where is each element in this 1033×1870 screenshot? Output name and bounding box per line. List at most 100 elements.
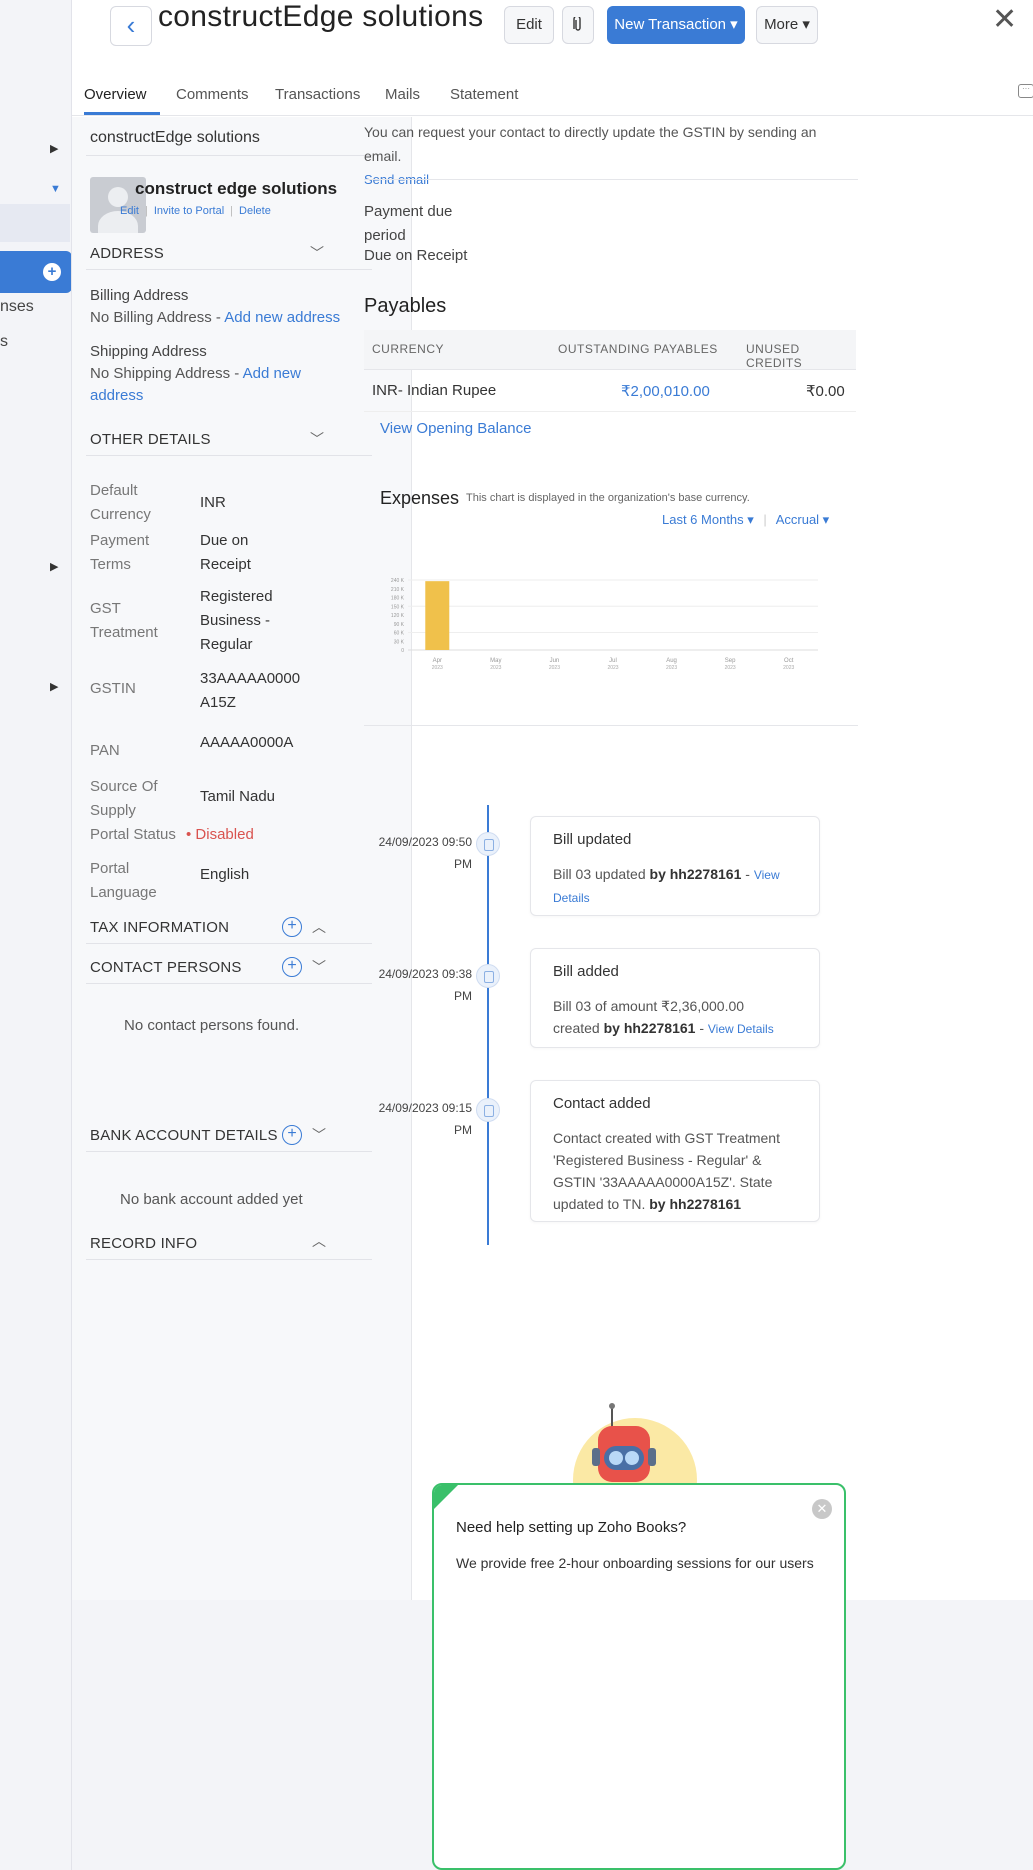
back-button[interactable]: ‹ <box>110 6 152 46</box>
detail-label: PAN <box>90 742 120 759</box>
contact-header: ‹ constructEdge solutions Edit New Trans… <box>72 0 1033 72</box>
tab-statement[interactable]: Statement <box>450 86 518 103</box>
detail-label: Payment Terms <box>90 532 150 573</box>
divider <box>86 943 372 944</box>
x-tick-label: 2023 <box>725 665 736 671</box>
x-tick-label: Sep <box>725 658 736 664</box>
payment-terms-value: Due on Receipt <box>200 532 251 573</box>
expenses-chart: 240 K 210 K 180 K 150 K 120 K 90 K 60 K 30 K 0 Ap… <box>391 578 818 671</box>
view-details-link[interactable]: View <box>754 868 780 882</box>
view-details-link[interactable]: Details <box>553 891 590 905</box>
chat-icon[interactable]: ··· <box>1018 84 1033 98</box>
robot-assistant-icon[interactable] <box>570 1400 700 1490</box>
sidebar-item-expanded[interactable] <box>0 204 70 242</box>
timeline-document-icon <box>476 1098 500 1122</box>
new-transaction-button[interactable]: New Transaction ▾ <box>607 6 745 44</box>
currency-cell: INR- Indian Rupee <box>372 382 497 399</box>
delete-link[interactable]: Delete <box>239 205 271 217</box>
detail-label: Portal Status <box>90 826 176 843</box>
x-tick-label: Aug <box>666 658 677 664</box>
caret-right-icon[interactable]: ▶ <box>50 142 58 155</box>
divider <box>86 983 372 984</box>
invite-portal-link[interactable]: Invite to Portal <box>154 205 224 217</box>
onboarding-help-popup: ✕ Need help setting up Zoho Books? We pr… <box>432 1483 846 1870</box>
basis-filter-dropdown[interactable]: Accrual ▾ <box>776 512 830 527</box>
timeline-card-title: Bill updated <box>553 831 632 848</box>
add-billing-address-link[interactable]: Add new address <box>224 309 340 326</box>
no-contact-persons-message: No contact persons found. <box>124 1017 300 1034</box>
y-tick-label: 120 K <box>391 613 405 619</box>
divider <box>86 455 372 456</box>
portal-status-badge: • Disabled <box>186 826 254 843</box>
bank-account-heading[interactable]: BANK ACCOUNT DETAILS <box>90 1127 278 1144</box>
caret-right-icon[interactable]: ▶ <box>50 680 58 693</box>
payables-heading: Payables <box>364 295 447 317</box>
sidebar-item-label[interactable]: s <box>0 333 8 351</box>
gst-treatment-value: Registered Business - Regular <box>200 588 273 653</box>
billing-address-value: No Billing Address - Add new address <box>90 309 341 326</box>
record-info-heading[interactable]: RECORD INFO <box>90 1235 197 1252</box>
tax-information-heading[interactable]: TAX INFORMATION <box>90 919 229 936</box>
expense-bar <box>425 581 450 650</box>
contact-links: Edit | Invite to Portal | Delete <box>120 205 271 217</box>
close-icon[interactable]: ✕ <box>992 2 1017 37</box>
timeline-line <box>487 805 489 1245</box>
other-details-heading[interactable]: OTHER DETAILS <box>90 431 211 448</box>
close-icon[interactable]: ✕ <box>812 1499 832 1519</box>
add-contact-person-icon[interactable]: + <box>282 957 302 977</box>
gstin-value: 33AAAAA0000 A15Z <box>200 670 301 711</box>
add-shipping-address-link[interactable]: address <box>90 387 143 404</box>
y-tick-label: 60 K <box>394 631 405 637</box>
y-tick-label: 150 K <box>391 604 405 610</box>
edit-link[interactable]: Edit <box>120 205 139 217</box>
tab-mails[interactable]: Mails <box>385 86 420 103</box>
chevron-down-icon[interactable]: ﹀ <box>312 957 326 977</box>
chevron-up-icon[interactable]: ︿ <box>312 1231 326 1251</box>
address-heading[interactable]: ADDRESS <box>90 245 164 262</box>
x-tick-label: 2023 <box>607 665 618 671</box>
payment-due-value: Due on Receipt <box>364 247 468 264</box>
chevron-up-icon[interactable]: ︿ <box>312 917 326 937</box>
tab-bar: Overview Comments Transactions Mails Sta… <box>72 80 1033 116</box>
tab-comments[interactable]: Comments <box>176 86 249 103</box>
expenses-filters: Last 6 Months ▾ | Accrual ▾ <box>662 512 830 527</box>
expenses-heading: Expenses <box>380 488 460 508</box>
attach-button[interactable] <box>562 6 594 44</box>
send-email-link[interactable]: Send email <box>364 168 844 192</box>
chevron-down-icon[interactable]: ﹀ <box>310 429 324 449</box>
add-tax-icon[interactable]: + <box>282 917 302 937</box>
period-filter-dropdown[interactable]: Last 6 Months ▾ <box>662 512 754 527</box>
y-tick-label: 240 K <box>391 578 405 584</box>
chevron-down-icon[interactable]: ﹀ <box>312 1125 326 1145</box>
add-bank-account-icon[interactable]: + <box>282 1125 302 1145</box>
payment-due-label: Payment due period <box>364 203 453 244</box>
tab-overview[interactable]: Overview <box>84 86 147 103</box>
add-icon[interactable]: + <box>43 263 61 281</box>
outstanding-payables-link[interactable]: ₹2,00,010.00 <box>621 382 710 400</box>
timeline-timestamp: 24/09/2023 09:50 PM <box>378 835 472 871</box>
detail-label: GSTIN <box>90 680 136 697</box>
add-shipping-address-link[interactable]: Add new <box>243 365 301 382</box>
view-details-link[interactable]: View Details <box>708 1022 774 1036</box>
divider <box>86 269 372 270</box>
caret-down-icon[interactable]: ▼ <box>50 183 61 195</box>
sidebar-item-active[interactable]: + <box>0 251 71 293</box>
timeline-card: Bill updated Bill 03 updated by hh227816… <box>530 816 820 916</box>
more-button[interactable]: More ▾ <box>756 6 818 44</box>
table-header: CURRENCY OUTSTANDING PAYABLES UNUSED CRE… <box>364 330 856 370</box>
view-opening-balance-link[interactable]: View Opening Balance <box>380 420 532 437</box>
caret-right-icon[interactable]: ▶ <box>50 560 58 573</box>
no-bank-account-message: No bank account added yet <box>120 1191 303 1208</box>
chevron-down-icon[interactable]: ﹀ <box>310 243 324 263</box>
shipping-address-value: No Shipping Address - Add new <box>90 365 301 382</box>
timeline-card-body: Bill 03 updated by hh2278161 - View Detai… <box>553 866 780 905</box>
timeline-card: Bill added Bill 03 of amount ₹2,36,000.0… <box>530 948 820 1048</box>
edit-button[interactable]: Edit <box>504 6 554 44</box>
billing-address-label: Billing Address <box>90 287 189 304</box>
contact-persons-heading[interactable]: CONTACT PERSONS <box>90 959 242 976</box>
sidebar-item-label[interactable]: nses <box>0 298 34 316</box>
timeline-card-body: Bill 03 of amount ₹2,36,000.00 created by… <box>553 998 774 1036</box>
x-tick-label: Oct <box>784 658 794 664</box>
tab-transactions[interactable]: Transactions <box>275 86 360 103</box>
table-row: INR- Indian Rupee ₹2,00,010.00 ₹0.00 <box>364 370 856 412</box>
